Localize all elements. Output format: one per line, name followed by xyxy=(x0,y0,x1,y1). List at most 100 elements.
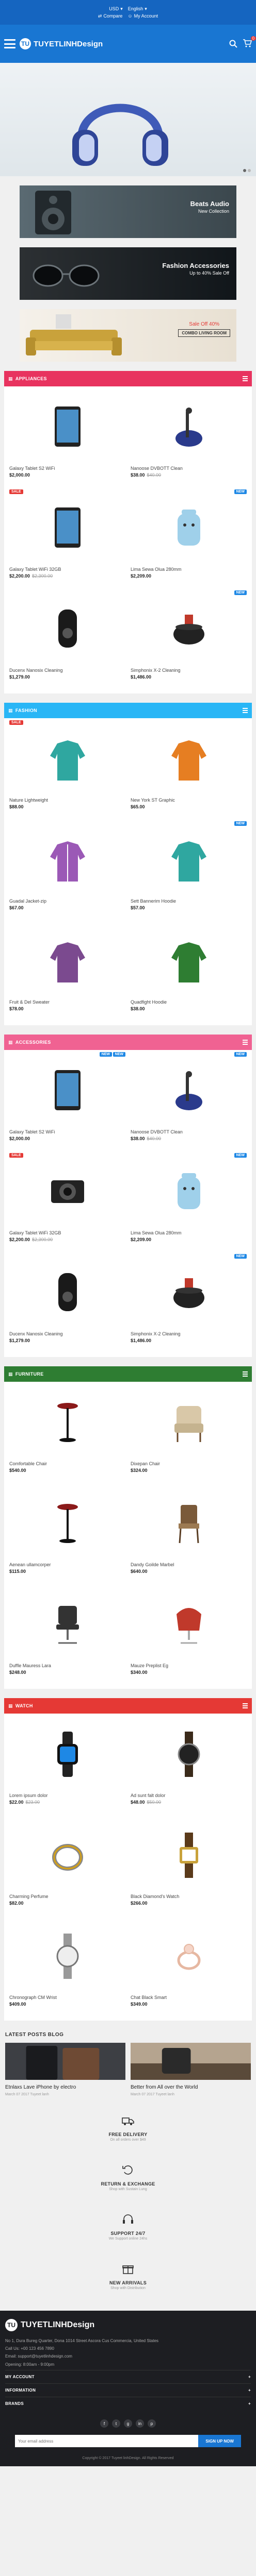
product-card[interactable]: NEW Nanoose DVBOTT Clean $38.00 $40.00 xyxy=(131,1050,247,1151)
product-name[interactable]: Aenean ullamcorper xyxy=(9,1562,125,1567)
product-card[interactable]: Chat Black Smart $349.00 xyxy=(131,1916,247,2016)
product-card[interactable]: NEW NEW Galaxy Tablet S2 WiFi $2,000.00 xyxy=(9,1050,125,1151)
section-header[interactable]: ▦ FURNITURE xyxy=(4,1366,252,1382)
product-image[interactable] xyxy=(131,495,247,562)
account-link[interactable]: ☺ My Account xyxy=(127,13,158,19)
product-card[interactable]: Nanoose DVBOTT Clean $38.00 $40.00 xyxy=(131,386,247,487)
product-name[interactable]: Lima Sewa Olua 280mm xyxy=(131,1230,247,1235)
product-card[interactable]: Aenean ullamcorper $115.00 xyxy=(9,1483,125,1584)
google-plus-icon[interactable]: g xyxy=(124,2419,132,2428)
product-image[interactable] xyxy=(9,725,125,792)
product-image[interactable] xyxy=(9,1490,125,1557)
product-image[interactable] xyxy=(9,1822,125,1889)
product-name[interactable]: Lima Sewa Olua 280mm xyxy=(131,567,247,572)
product-name[interactable]: Charming Perfume xyxy=(9,1894,125,1899)
product-image[interactable] xyxy=(131,1721,247,1788)
footer-logo[interactable]: TU TUYETLINHDesign xyxy=(5,2318,251,2331)
footer-my-account[interactable]: MY ACCOUNT + xyxy=(5,2370,251,2383)
product-card[interactable]: SALE Galaxy Tablet WiFi 32GB $2,200.00 $2,3… xyxy=(9,1151,125,1252)
product-image[interactable] xyxy=(131,1822,247,1889)
blog-post[interactable]: Better from All over the World March 07 … xyxy=(131,2043,251,2096)
section-header[interactable]: ▦ FASHION xyxy=(4,703,252,718)
slider-dots[interactable] xyxy=(243,169,251,172)
product-image[interactable] xyxy=(131,927,247,994)
product-name[interactable]: Mauze Preplist Eg xyxy=(131,1663,247,1668)
facebook-icon[interactable]: f xyxy=(100,2419,108,2428)
product-name[interactable]: Nanoose DVBOTT Clean xyxy=(131,1129,247,1134)
menu-toggle-icon[interactable] xyxy=(4,39,15,48)
section-menu-icon[interactable] xyxy=(243,1371,248,1377)
product-image[interactable] xyxy=(9,826,125,893)
product-name[interactable]: Galaxy Tablet S2 WiFi xyxy=(9,466,125,471)
product-name[interactable]: Comfortable Chair xyxy=(9,1461,125,1466)
product-name[interactable]: Simphonix X-2 Cleaning xyxy=(131,668,247,673)
product-image[interactable] xyxy=(9,495,125,562)
product-image[interactable] xyxy=(9,1259,125,1326)
product-name[interactable]: Simphonix X-2 Cleaning xyxy=(131,1331,247,1336)
footer-information[interactable]: INFORMATION + xyxy=(5,2383,251,2397)
product-name[interactable]: Galaxy Tablet S2 WiFi xyxy=(9,1129,125,1134)
product-card[interactable]: Black Diamond's Watch $266.00 xyxy=(131,1815,247,1916)
product-name[interactable]: Guadal Jacket-zip xyxy=(9,899,125,904)
product-name[interactable]: Chronograph CM Wrist xyxy=(9,1995,125,2000)
product-name[interactable]: Quadfight Hoodie xyxy=(131,999,247,1005)
product-image[interactable] xyxy=(9,1389,125,1456)
product-name[interactable]: Duffle Mauress Lara xyxy=(9,1663,125,1668)
product-card[interactable]: Dandy Goilde Marbel $640.00 xyxy=(131,1483,247,1584)
product-image[interactable] xyxy=(131,596,247,663)
product-card[interactable]: Guadal Jacket-zip $67.00 xyxy=(9,819,125,920)
site-logo[interactable]: TU TUYETLINHDesign xyxy=(20,38,225,49)
product-card[interactable]: Comfortable Chair $540.00 xyxy=(9,1382,125,1483)
product-image[interactable] xyxy=(131,1158,247,1225)
product-image[interactable] xyxy=(131,394,247,461)
section-menu-icon[interactable] xyxy=(243,1703,248,1708)
product-card[interactable]: Charming Perfume $82.00 xyxy=(9,1815,125,1916)
product-card[interactable]: NEW Lima Sewa Olua 280mm $2,209.00 xyxy=(131,1151,247,1252)
product-card[interactable]: NEW Simphonix X-2 Cleaning $1,486.00 xyxy=(131,1252,247,1353)
product-name[interactable]: Black Diamond's Watch xyxy=(131,1894,247,1899)
product-card[interactable]: Ducenx Nanosix Cleaning $1,279.00 xyxy=(9,588,125,689)
pinterest-icon[interactable]: p xyxy=(148,2419,156,2428)
product-name[interactable]: Ducenx Nanosix Cleaning xyxy=(9,1331,125,1336)
product-card[interactable]: NEW Sett Bannerim Hoodie $57.00 xyxy=(131,819,247,920)
product-card[interactable]: Ad sunt falt dolor $48.00 $50.00 xyxy=(131,1714,247,1815)
product-image[interactable] xyxy=(9,596,125,663)
blog-post-title[interactable]: Etnlaxs Lave iPhone by electro xyxy=(5,2084,125,2091)
product-card[interactable]: Lorem ipsum dolor $22.00 $23.00 xyxy=(9,1714,125,1815)
product-name[interactable]: Dixepan Chair xyxy=(131,1461,247,1466)
footer-brands[interactable]: BRANDS + xyxy=(5,2397,251,2410)
search-icon[interactable] xyxy=(229,40,237,48)
blog-post[interactable]: Etnlaxs Lave iPhone by electro March 07 … xyxy=(5,2043,125,2096)
product-name[interactable]: Fruit & Del Sweater xyxy=(9,999,125,1005)
linkedin-icon[interactable]: in xyxy=(136,2419,144,2428)
product-card[interactable]: NEW Simphonix X-2 Cleaning $1,486.00 xyxy=(131,588,247,689)
product-name[interactable]: Ducenx Nanosix Cleaning xyxy=(9,668,125,673)
section-header[interactable]: ▦ WATCH xyxy=(4,1698,252,1714)
product-name[interactable]: Nature Lightweight xyxy=(9,798,125,803)
section-header[interactable]: ▦ ACCESSORIES xyxy=(4,1035,252,1050)
product-card[interactable]: New York ST Graphic $65.00 xyxy=(131,718,247,819)
product-image[interactable] xyxy=(131,1389,247,1456)
product-image[interactable] xyxy=(9,1721,125,1788)
product-name[interactable]: Galaxy Tablet WiFi 32GB xyxy=(9,1230,125,1235)
product-image[interactable] xyxy=(9,1057,125,1124)
section-menu-icon[interactable] xyxy=(243,708,248,713)
product-card[interactable]: Fruit & Del Sweater $78.00 xyxy=(9,920,125,1021)
product-name[interactable]: New York ST Graphic xyxy=(131,798,247,803)
banner-fashion-accessories[interactable]: Fashion Accessories Up to 40% Sale Off xyxy=(20,247,236,300)
twitter-icon[interactable]: t xyxy=(112,2419,120,2428)
product-name[interactable]: Ad sunt falt dolor xyxy=(131,1793,247,1798)
newsletter-signup-button[interactable]: SIGN UP NOW xyxy=(198,2435,241,2448)
product-card[interactable]: Galaxy Tablet S2 WiFi $2,000.00 xyxy=(9,386,125,487)
product-image[interactable] xyxy=(131,1591,247,1658)
banner-living-room[interactable]: Sale Off 40% COMBO LIVING ROOM xyxy=(20,309,236,362)
product-card[interactable]: Quadfight Hoodie $38.00 xyxy=(131,920,247,1021)
product-image[interactable] xyxy=(131,1490,247,1557)
product-card[interactable]: Duffle Mauress Lara $248.00 xyxy=(9,1584,125,1685)
product-image[interactable] xyxy=(131,1057,247,1124)
product-card[interactable]: SALE Galaxy Tablet WiFi 32GB $2,200.00 $2,3… xyxy=(9,487,125,588)
product-image[interactable] xyxy=(9,927,125,994)
language-selector[interactable]: English ▾ xyxy=(128,6,147,12)
product-name[interactable]: Chat Black Smart xyxy=(131,1995,247,2000)
section-menu-icon[interactable] xyxy=(243,1040,248,1045)
